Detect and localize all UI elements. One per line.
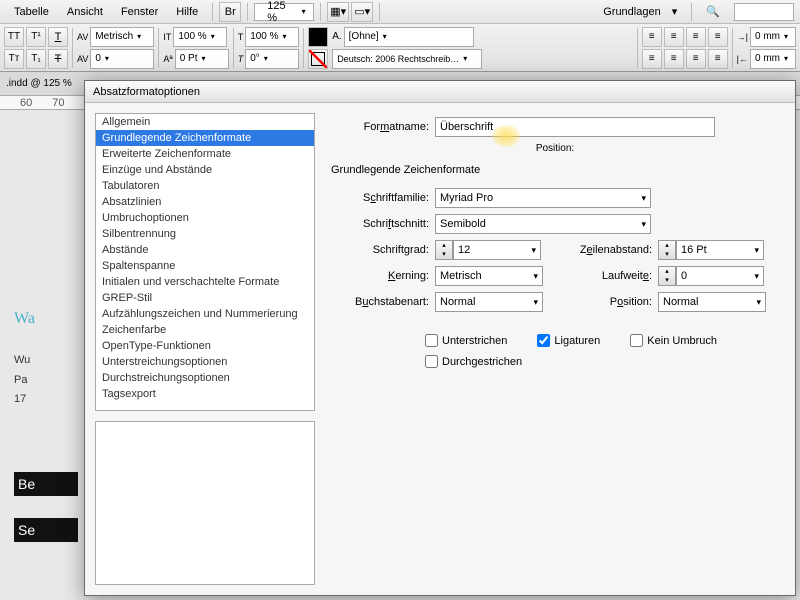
allcaps-button[interactable]: TT — [4, 27, 24, 47]
menu-fenster[interactable]: Fenster — [113, 4, 166, 20]
fontsize-spinner[interactable] — [435, 240, 453, 260]
kerning-select[interactable]: Metrisch — [90, 27, 154, 47]
bg-text-headline: Wa — [14, 310, 35, 328]
menu-hilfe[interactable]: Hilfe — [168, 4, 206, 20]
hscale-select[interactable]: 100 % — [245, 27, 299, 47]
fontfamily-label: Schriftfamilie: — [331, 192, 435, 204]
leading-select[interactable]: 16 Pt — [676, 240, 764, 260]
category-item[interactable]: Tagsexport — [96, 386, 314, 402]
category-item[interactable]: Silbentrennung — [96, 226, 314, 242]
position-label: Position: — [331, 143, 779, 154]
case-label: Buchstabenart: — [331, 296, 435, 308]
leading-label: Zeilenabstand: — [562, 244, 658, 256]
category-item[interactable]: Aufzählungszeichen und Nummerierung — [96, 306, 314, 322]
position-select[interactable]: Normal — [658, 292, 766, 312]
section-heading: Grundlegende Zeichenformate — [331, 164, 779, 176]
indent-firstline[interactable]: 0 mm — [750, 49, 796, 69]
bg-bar-2: Se — [14, 518, 78, 542]
control-panel: TTT¹T TᴛT₁T AVMetrisch AV0 IT100 % Aª0 P… — [0, 24, 800, 72]
formatname-label: Formatname: — [331, 121, 435, 133]
category-item[interactable]: Durchstreichungsoptionen — [96, 370, 314, 386]
justify-right[interactable]: ≡ — [686, 49, 706, 69]
category-item[interactable]: Umbruchoptionen — [96, 210, 314, 226]
smallcaps-button[interactable]: Tᴛ — [4, 49, 24, 69]
underline-check[interactable]: Unterstrichen — [425, 334, 507, 347]
category-item[interactable]: OpenType-Funktionen — [96, 338, 314, 354]
fontsize-select[interactable]: 12 — [453, 240, 541, 260]
category-item[interactable]: Initialen und verschachtelte Formate — [96, 274, 314, 290]
category-item[interactable]: Grundlegende Zeichenformate — [96, 130, 314, 146]
ligatures-check[interactable]: Ligaturen — [537, 334, 600, 347]
search-icon: 🔍 — [698, 3, 728, 20]
underline-button[interactable]: T — [48, 27, 68, 47]
align-right[interactable]: ≡ — [686, 27, 706, 47]
tracking-spinner[interactable] — [658, 266, 676, 286]
nobreak-check[interactable]: Kein Umbruch — [630, 334, 717, 347]
category-item[interactable]: Unterstreichungsoptionen — [96, 354, 314, 370]
fill-swatch[interactable] — [308, 27, 328, 47]
search-input[interactable] — [734, 3, 794, 21]
leading-spinner[interactable] — [658, 240, 676, 260]
superscript-button[interactable]: T¹ — [26, 27, 46, 47]
language-select[interactable]: Deutsch: 2006 Rechtschreib… — [332, 49, 482, 69]
menubar: Tabelle Ansicht Fenster Hilfe Br 125 %▾ … — [0, 0, 800, 24]
fontsize-label: Schriftgrad: — [331, 244, 435, 256]
dialog-title: Absatzformatoptionen — [85, 81, 795, 103]
workspace-switcher[interactable]: Grundlagen ▾ — [587, 3, 685, 20]
position-field-label: Position: — [562, 296, 658, 308]
align-left[interactable]: ≡ — [642, 27, 662, 47]
kerning-label: Kerning: — [331, 270, 435, 282]
bg-text-body: WuPa17 — [14, 350, 30, 409]
category-item[interactable]: Erweiterte Zeichenformate — [96, 146, 314, 162]
preview-box — [95, 421, 315, 585]
strike-button[interactable]: T — [48, 49, 68, 69]
category-item[interactable]: Absatzlinien — [96, 194, 314, 210]
tracking-select[interactable]: 0 — [90, 49, 154, 69]
charstyle-select[interactable]: [Ohne] — [344, 27, 474, 47]
fontfamily-select[interactable]: Myriad Pro — [435, 188, 651, 208]
tracking-select-dialog[interactable]: 0 — [676, 266, 764, 286]
bridge-button[interactable]: Br — [219, 2, 241, 22]
zoom-combo[interactable]: 125 %▾ — [254, 3, 314, 21]
screenmode-button[interactable]: ▦▾ — [327, 2, 349, 22]
justify-center[interactable]: ≡ — [664, 49, 684, 69]
strike-check[interactable]: Durchgestrichen — [425, 355, 779, 368]
menu-ansicht[interactable]: Ansicht — [59, 4, 111, 20]
kerning-select-dialog[interactable]: Metrisch — [435, 266, 543, 286]
bg-bar-1: Be — [14, 472, 78, 496]
indent-left[interactable]: 0 mm — [750, 27, 796, 47]
category-item[interactable]: Einzüge und Abstände — [96, 162, 314, 178]
justify-all[interactable]: ≡ — [708, 49, 728, 69]
category-item[interactable]: Tabulatoren — [96, 178, 314, 194]
category-list[interactable]: AllgemeinGrundlegende ZeichenformateErwe… — [95, 113, 315, 411]
fontstyle-label: Schriftschnitt: — [331, 218, 435, 230]
justify[interactable]: ≡ — [708, 27, 728, 47]
align-center[interactable]: ≡ — [664, 27, 684, 47]
case-select[interactable]: Normal — [435, 292, 543, 312]
category-item[interactable]: Spaltenspanne — [96, 258, 314, 274]
menu-tabelle[interactable]: Tabelle — [6, 4, 57, 20]
category-item[interactable]: Allgemein — [96, 114, 314, 130]
category-item[interactable]: Zeichenfarbe — [96, 322, 314, 338]
justify-left[interactable]: ≡ — [642, 49, 662, 69]
category-item[interactable]: Abstände — [96, 242, 314, 258]
tracking-label: Laufweite: — [562, 270, 658, 282]
category-item[interactable]: GREP-Stil — [96, 290, 314, 306]
baseline-select[interactable]: 0 Pt — [175, 49, 229, 69]
formatname-input[interactable]: Überschrift — [435, 117, 715, 137]
vscale-select[interactable]: 100 % — [173, 27, 227, 47]
stroke-swatch[interactable] — [308, 49, 328, 69]
arrange-button[interactable]: ▭▾ — [351, 2, 373, 22]
skew-select[interactable]: 0° — [245, 49, 299, 69]
paragraph-style-dialog: Absatzformatoptionen AllgemeinGrundlegen… — [84, 80, 796, 596]
fontstyle-select[interactable]: Semibold — [435, 214, 651, 234]
subscript-button[interactable]: T₁ — [26, 49, 46, 69]
